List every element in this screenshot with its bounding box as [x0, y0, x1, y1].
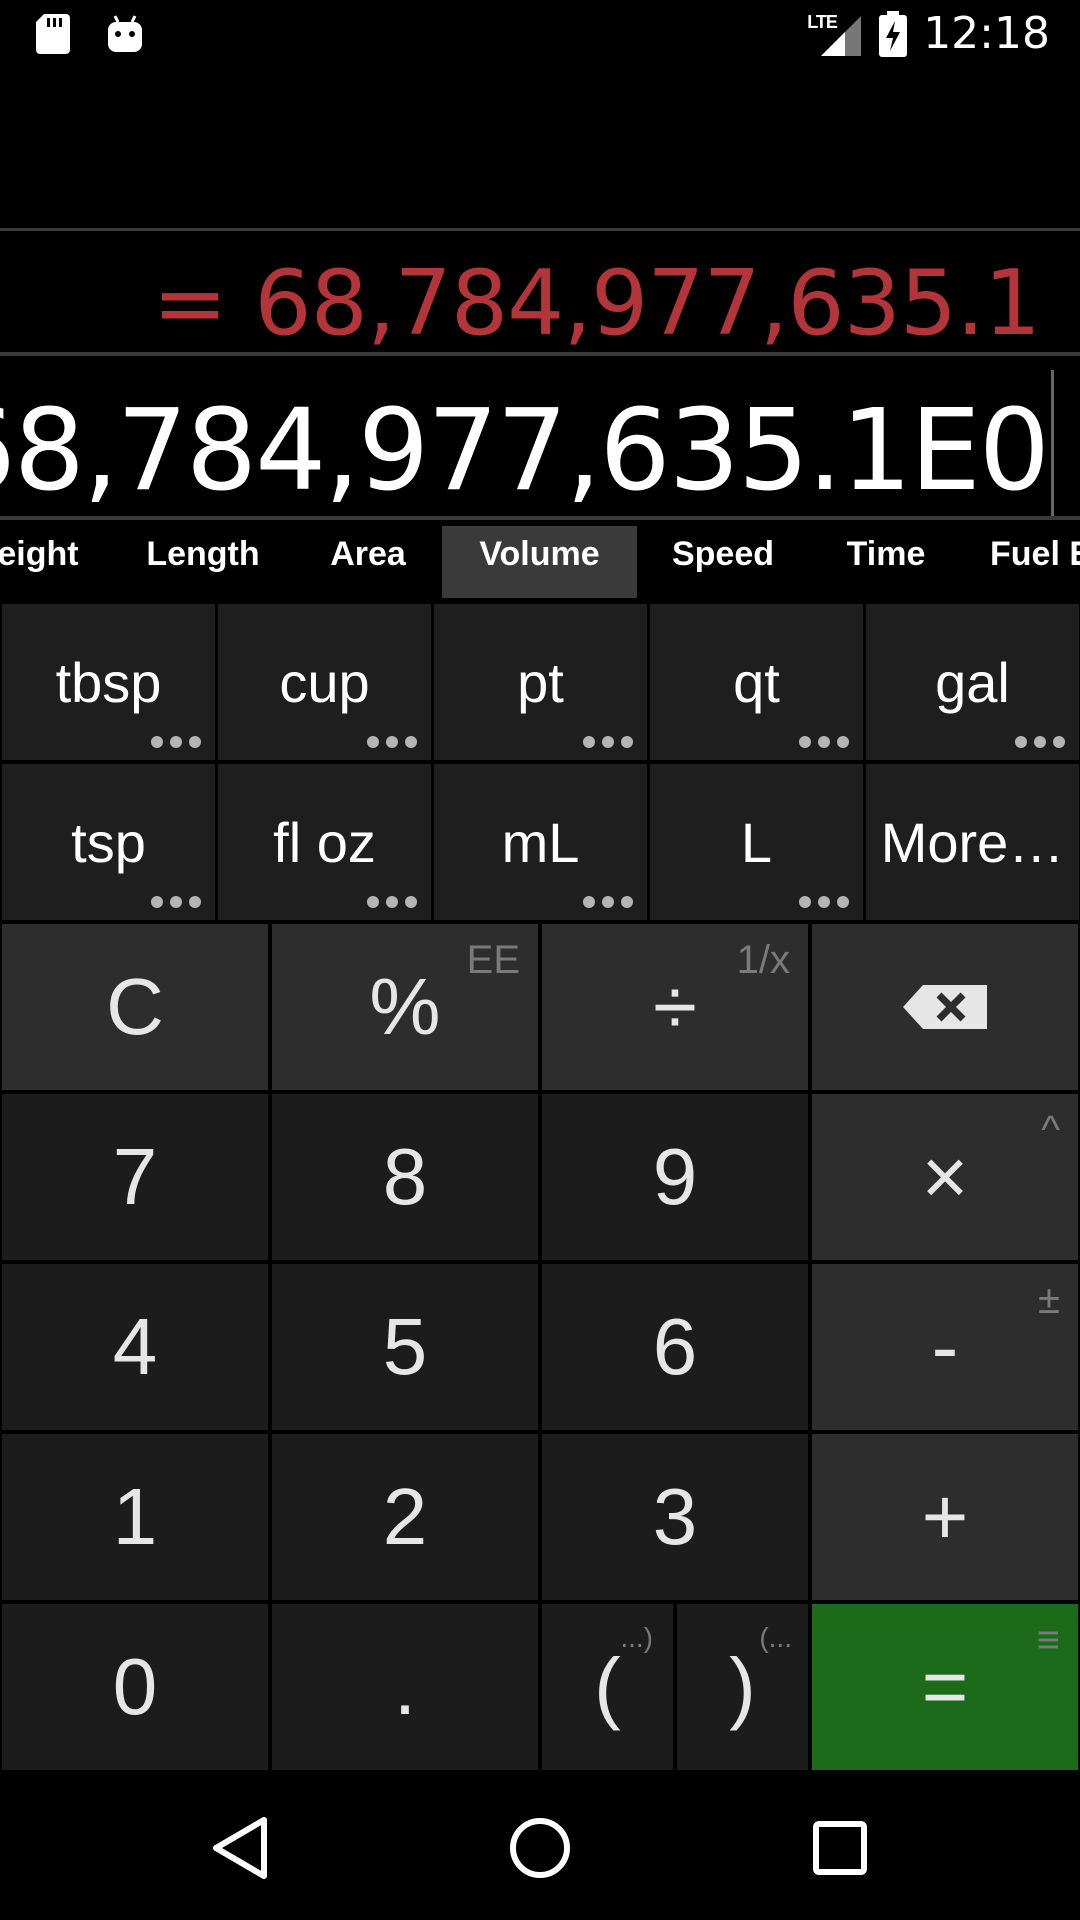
backspace-icon — [903, 985, 987, 1029]
sd-card-icon — [36, 14, 70, 54]
clear-button[interactable]: C — [2, 924, 268, 1090]
digit-3-button[interactable]: 3 — [542, 1434, 808, 1600]
navigation-bar — [0, 1776, 1080, 1920]
unit-label: qt — [733, 651, 780, 714]
digit-8-button[interactable]: 8 — [272, 1094, 538, 1260]
status-bar: LTE 12:18 — [0, 0, 1080, 72]
tab-area[interactable]: Area — [318, 526, 418, 598]
unit-label: More… — [880, 811, 1065, 874]
digit-7-button[interactable]: 7 — [2, 1094, 268, 1260]
key-label: 6 — [652, 1302, 698, 1391]
battery-charging-icon — [879, 10, 908, 57]
home-icon[interactable] — [500, 1808, 580, 1888]
key-alt-label: EE — [466, 938, 520, 982]
equals-button[interactable]: = ≡ — [812, 1604, 1078, 1770]
tab-volume[interactable]: Volume — [442, 526, 637, 598]
decimal-button[interactable]: . — [272, 1604, 538, 1770]
digit-9-button[interactable]: 9 — [542, 1094, 808, 1260]
key-label: C — [106, 962, 164, 1051]
unit-label: cup — [279, 651, 370, 714]
recents-icon[interactable] — [800, 1808, 880, 1888]
unit-label: mL — [501, 811, 580, 874]
unit-l-button[interactable]: L — [650, 764, 863, 920]
unit-tbsp-button[interactable]: tbsp — [2, 604, 215, 760]
key-alt-label: (... — [759, 1622, 792, 1653]
result-display: = 68,784,977,635.1 — [0, 228, 1080, 356]
close-paren-button[interactable]: ) (... — [677, 1604, 808, 1770]
divide-button[interactable]: ÷ 1/x — [542, 924, 808, 1090]
more-dots-icon — [799, 736, 849, 748]
more-units-button[interactable]: More… — [866, 764, 1079, 920]
key-label: + — [921, 1472, 969, 1561]
multiply-button[interactable]: × ^ — [812, 1094, 1078, 1260]
digit-2-button[interactable]: 2 — [272, 1434, 538, 1600]
digit-0-button[interactable]: 0 — [2, 1604, 268, 1770]
key-label: × — [921, 1132, 969, 1221]
key-label: 5 — [382, 1302, 428, 1391]
key-label: 2 — [382, 1472, 428, 1561]
open-paren-button[interactable]: ( ...) — [542, 1604, 673, 1770]
android-icon — [108, 15, 142, 52]
digit-6-button[interactable]: 6 — [542, 1264, 808, 1430]
unit-tsp-button[interactable]: tsp — [2, 764, 215, 920]
unit-label: tbsp — [55, 651, 162, 714]
unit-fl-oz-button[interactable]: fl oz — [218, 764, 431, 920]
digit-5-button[interactable]: 5 — [272, 1264, 538, 1430]
more-dots-icon — [1015, 736, 1065, 748]
category-tabs: eight Length Area Volume Speed Time Fuel… — [0, 526, 1080, 598]
more-dots-icon — [151, 896, 201, 908]
key-alt-label: ^ — [1041, 1108, 1060, 1152]
key-alt-label: 1/x — [736, 938, 790, 982]
unit-gal-button[interactable]: gal — [866, 604, 1079, 760]
key-label: 8 — [382, 1132, 428, 1221]
key-label: 0 — [112, 1642, 158, 1731]
text-cursor — [1051, 370, 1054, 516]
tab-time[interactable]: Time — [834, 526, 938, 598]
percent-button[interactable]: % EE — [272, 924, 538, 1090]
key-alt-label: ...) — [620, 1622, 653, 1653]
key-label: 3 — [652, 1472, 698, 1561]
key-label: 9 — [652, 1132, 698, 1221]
back-icon[interactable] — [200, 1808, 280, 1888]
unit-cup-button[interactable]: cup — [218, 604, 431, 760]
unit-label: gal — [935, 651, 1010, 714]
plus-button[interactable]: + — [812, 1434, 1078, 1600]
backspace-button[interactable] — [812, 924, 1078, 1090]
result-value: = 68,784,977,635.1 — [152, 251, 1041, 356]
unit-label: fl oz — [273, 811, 376, 874]
unit-qt-button[interactable]: qt — [650, 604, 863, 760]
more-dots-icon — [151, 736, 201, 748]
minus-button[interactable]: - ± — [812, 1264, 1078, 1430]
key-label: 1 — [112, 1472, 158, 1561]
clock: 12:18 — [923, 8, 1050, 59]
more-dots-icon — [583, 896, 633, 908]
unit-label: tsp — [71, 811, 146, 874]
digit-1-button[interactable]: 1 — [2, 1434, 268, 1600]
unit-ml-button[interactable]: mL — [434, 764, 647, 920]
more-dots-icon — [583, 736, 633, 748]
more-dots-icon — [367, 896, 417, 908]
key-label: ( — [594, 1642, 621, 1731]
unit-label: L — [740, 811, 773, 874]
key-label: . — [393, 1642, 417, 1731]
more-dots-icon — [799, 896, 849, 908]
history-icon: ≡ — [1036, 1618, 1060, 1662]
unit-pt-button[interactable]: pt — [434, 604, 647, 760]
key-label: 4 — [112, 1302, 158, 1391]
key-alt-label: ± — [1038, 1278, 1060, 1322]
tab-length[interactable]: Length — [130, 526, 276, 598]
input-value[interactable]: 068,784,977,635.1E0 — [0, 386, 1050, 516]
key-label: 7 — [112, 1132, 158, 1221]
input-display[interactable]: 068,784,977,635.1E0 — [0, 360, 1080, 520]
tab-fuel[interactable]: Fuel E — [990, 526, 1080, 598]
signal-icon: LTE — [807, 10, 863, 58]
tab-speed[interactable]: Speed — [660, 526, 786, 598]
digit-4-button[interactable]: 4 — [2, 1264, 268, 1430]
more-dots-icon — [367, 736, 417, 748]
tab-weight[interactable]: eight — [0, 526, 82, 598]
unit-label: pt — [517, 651, 564, 714]
